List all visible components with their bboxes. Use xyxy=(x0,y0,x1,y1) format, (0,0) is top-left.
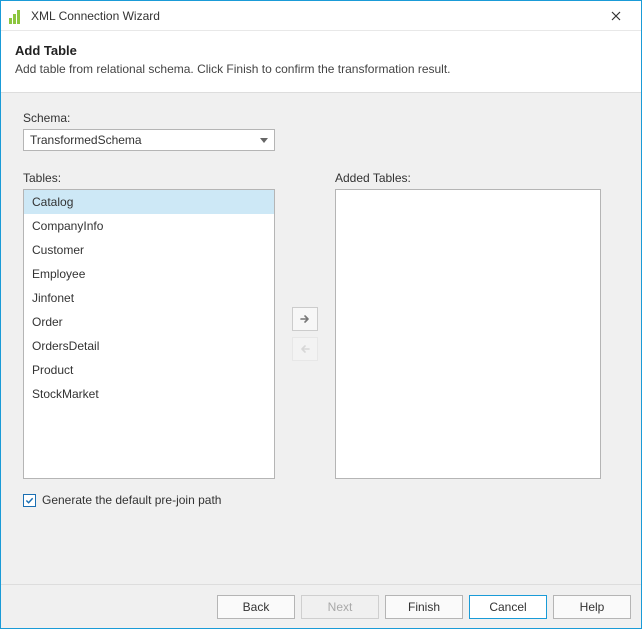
window-title: XML Connection Wizard xyxy=(31,9,595,23)
chevron-down-icon xyxy=(260,138,268,143)
schema-row: Schema: TransformedSchema xyxy=(23,111,619,151)
close-icon xyxy=(611,11,621,21)
table-item[interactable]: Catalog xyxy=(24,190,274,214)
table-item[interactable]: Customer xyxy=(24,238,274,262)
generate-prejoin-label: Generate the default pre-join path xyxy=(42,493,221,507)
table-item[interactable]: Product xyxy=(24,358,274,382)
page-subtitle: Add table from relational schema. Click … xyxy=(15,62,627,76)
back-button[interactable]: Back xyxy=(217,595,295,619)
table-item[interactable]: Jinfonet xyxy=(24,286,274,310)
tables-listbox[interactable]: CatalogCompanyInfoCustomerEmployeeJinfon… xyxy=(23,189,275,479)
schema-select-value: TransformedSchema xyxy=(30,133,142,147)
app-icon xyxy=(9,8,25,24)
cancel-button[interactable]: Cancel xyxy=(469,595,547,619)
help-button[interactable]: Help xyxy=(553,595,631,619)
wizard-window: XML Connection Wizard Add Table Add tabl… xyxy=(0,0,642,629)
body-panel: Schema: TransformedSchema Tables: Catalo… xyxy=(1,93,641,584)
lists-row: Tables: CatalogCompanyInfoCustomerEmploy… xyxy=(23,171,619,479)
added-tables-label: Added Tables: xyxy=(335,171,601,185)
table-item[interactable]: StockMarket xyxy=(24,382,274,406)
remove-table-button[interactable] xyxy=(292,337,318,361)
table-item[interactable]: CompanyInfo xyxy=(24,214,274,238)
titlebar: XML Connection Wizard xyxy=(1,1,641,31)
generate-prejoin-checkbox[interactable]: Generate the default pre-join path xyxy=(23,493,619,507)
schema-select[interactable]: TransformedSchema xyxy=(23,129,275,151)
checkbox-box xyxy=(23,494,36,507)
tables-column: Tables: CatalogCompanyInfoCustomerEmploy… xyxy=(23,171,275,479)
table-item[interactable]: OrdersDetail xyxy=(24,334,274,358)
added-tables-listbox[interactable] xyxy=(335,189,601,479)
footer: Back Next Finish Cancel Help xyxy=(1,584,641,628)
table-item[interactable]: Order xyxy=(24,310,274,334)
added-tables-column: Added Tables: xyxy=(335,171,601,479)
arrow-right-icon xyxy=(299,313,311,325)
page-title: Add Table xyxy=(15,43,627,58)
transfer-arrows xyxy=(275,189,335,479)
next-button[interactable]: Next xyxy=(301,595,379,619)
add-table-button[interactable] xyxy=(292,307,318,331)
arrow-left-icon xyxy=(299,343,311,355)
finish-button[interactable]: Finish xyxy=(385,595,463,619)
check-icon xyxy=(25,496,34,505)
table-item[interactable]: Employee xyxy=(24,262,274,286)
schema-label: Schema: xyxy=(23,111,619,125)
header-panel: Add Table Add table from relational sche… xyxy=(1,31,641,93)
close-button[interactable] xyxy=(595,2,637,30)
tables-label: Tables: xyxy=(23,171,275,185)
